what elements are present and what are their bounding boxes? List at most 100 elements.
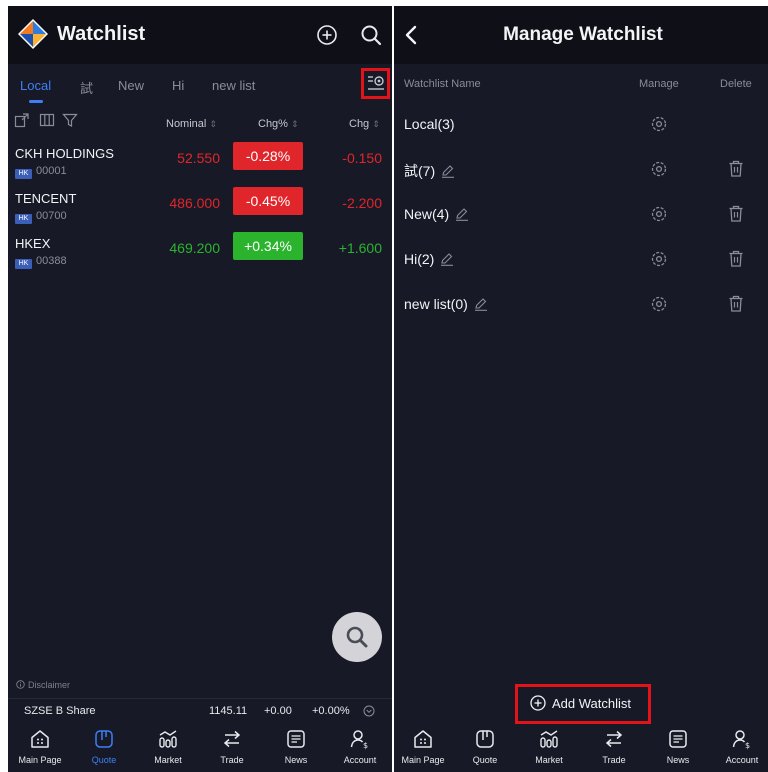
nav-quote[interactable]: Quote — [453, 720, 517, 772]
search-icon — [346, 626, 368, 648]
change-percent-badge[interactable]: -0.45% — [233, 187, 303, 215]
tab-shi[interactable]: 試 — [80, 78, 93, 97]
search-icon[interactable] — [360, 24, 382, 46]
watchlist-label: New(4) — [404, 206, 450, 222]
manage-gear-icon[interactable] — [650, 295, 668, 313]
nav-label: Market — [535, 755, 563, 765]
manage-watchlist-screen: Manage Watchlist Watchlist Name Manage D… — [394, 6, 768, 772]
bottom-nav: Main Page Quote Market Trade News $ Acco… — [394, 720, 768, 772]
hk-market-badge: HK — [15, 214, 32, 224]
nav-label: Trade — [602, 755, 626, 765]
stock-code-value: 00700 — [36, 210, 67, 222]
app-logo-icon — [18, 19, 48, 49]
stock-name: HKEX — [15, 236, 51, 251]
ticker-change-pct: +0.00% — [312, 705, 350, 717]
change-value: -0.150 — [342, 150, 382, 166]
ticker-value: 1145.11 — [209, 705, 248, 717]
stock-row[interactable]: HKEX HK 00388 469.200 +0.34% +1.600 — [8, 232, 392, 281]
sort-icon: ⇕ — [290, 119, 299, 129]
edit-pencil-icon[interactable] — [440, 252, 454, 266]
manage-gear-icon[interactable] — [650, 250, 668, 268]
stock-row[interactable]: TENCENT HK 00700 486.000 -0.45% -2.200 — [8, 187, 392, 236]
col-delete: Delete — [720, 78, 752, 90]
edit-pencil-icon[interactable] — [474, 297, 488, 311]
change-percent-badge[interactable]: -0.28% — [233, 142, 303, 170]
watchlist-name: Hi(2) — [404, 251, 454, 267]
watchlist-label: Hi(2) — [404, 251, 435, 267]
change-percent-badge[interactable]: +0.34% — [233, 232, 303, 260]
trade-icon — [223, 730, 241, 748]
nav-label: Main Page — [18, 755, 62, 765]
home-icon — [414, 730, 432, 748]
watchlist-screen: Watchlist Local 試 New Hi new list Nomina… — [8, 6, 392, 772]
manage-header: Manage Watchlist — [394, 6, 768, 64]
stock-code-value: 00001 — [36, 165, 67, 177]
col-manage: Manage — [639, 78, 679, 90]
nav-trade[interactable]: Trade — [200, 720, 264, 772]
add-watchlist-label: Add Watchlist — [552, 696, 631, 711]
change-value: -2.200 — [342, 195, 382, 211]
disclaimer-link[interactable]: Disclaimer — [16, 680, 70, 690]
market-icon — [540, 730, 558, 748]
nav-account[interactable]: $ Account — [328, 720, 392, 772]
app-title: Watchlist — [57, 23, 146, 45]
stock-row[interactable]: CKH HOLDINGS HK 00001 52.550 -0.28% -0.15… — [8, 142, 392, 191]
manage-watchlist-button[interactable] — [361, 68, 390, 99]
market-icon — [159, 730, 177, 748]
col-chg-pct[interactable]: Chg% ⇕ — [258, 118, 299, 130]
sort-icon: ⇕ — [209, 119, 217, 129]
stock-name: CKH HOLDINGS — [15, 146, 114, 161]
app-header: Watchlist — [8, 6, 392, 64]
delete-trash-icon[interactable] — [728, 205, 744, 223]
nav-label: Trade — [220, 755, 244, 765]
watchlist-row: new list(0) — [394, 290, 768, 335]
watchlist-name: Local(3) — [404, 116, 455, 132]
nav-account[interactable]: $ Account — [710, 720, 768, 772]
manage-gear-icon[interactable] — [650, 160, 668, 178]
nav-main-page[interactable]: Main Page — [8, 720, 72, 772]
trade-icon — [605, 730, 623, 748]
table-header: Nominal ⇕ Chg% ⇕ Chg ⇕ — [8, 110, 392, 138]
index-ticker[interactable]: SZSE B Share 1145.11 +0.00 +0.00% — [8, 698, 392, 720]
add-circle-icon — [530, 695, 546, 711]
nav-quote[interactable]: Quote — [72, 720, 136, 772]
account-icon: $ — [350, 730, 368, 750]
watchlist-row: 試(7) — [394, 155, 768, 200]
col-nominal[interactable]: Nominal ⇕ — [166, 118, 217, 130]
delete-trash-icon[interactable] — [728, 160, 744, 178]
manage-gear-icon[interactable] — [650, 205, 668, 223]
edit-pencil-icon[interactable] — [455, 207, 469, 221]
col-nominal-label: Nominal — [166, 118, 207, 130]
nav-news[interactable]: News — [264, 720, 328, 772]
watchlist-row: Local(3) — [394, 110, 768, 155]
col-chg[interactable]: Chg ⇕ — [349, 118, 380, 130]
delete-trash-icon[interactable] — [728, 295, 744, 313]
bottom-nav: Main Page Quote Market Trade News $ Acco… — [8, 720, 392, 772]
col-watchlist-name: Watchlist Name — [404, 78, 481, 90]
tab-new-list[interactable]: new list — [212, 78, 255, 93]
manage-list-icon — [368, 76, 384, 90]
nav-main-page[interactable]: Main Page — [394, 720, 455, 772]
floating-search-button[interactable] — [332, 612, 382, 662]
page-title: Manage Watchlist — [503, 24, 663, 45]
nominal-price: 52.550 — [177, 150, 220, 166]
nav-trade[interactable]: Trade — [582, 720, 646, 772]
nav-market[interactable]: Market — [136, 720, 200, 772]
ticker-change: +0.00 — [264, 705, 292, 717]
watchlist-row: New(4) — [394, 200, 768, 245]
nav-market[interactable]: Market — [517, 720, 581, 772]
add-watchlist-button[interactable]: Add Watchlist — [515, 684, 651, 724]
manage-gear-icon[interactable] — [650, 115, 668, 133]
delete-trash-icon[interactable] — [728, 250, 744, 268]
nav-label: Quote — [91, 755, 117, 765]
tab-local[interactable]: Local — [20, 78, 51, 93]
tab-new[interactable]: New — [118, 78, 144, 93]
watchlist-name: 試(7) — [404, 161, 455, 181]
stock-code: HK 00001 — [15, 165, 67, 179]
tab-hi[interactable]: Hi — [172, 78, 184, 93]
nav-news[interactable]: News — [646, 720, 710, 772]
add-circle-icon[interactable] — [316, 24, 338, 46]
edit-pencil-icon[interactable] — [441, 164, 455, 178]
quote-icon — [95, 730, 113, 748]
chevron-down-icon[interactable] — [363, 705, 375, 717]
